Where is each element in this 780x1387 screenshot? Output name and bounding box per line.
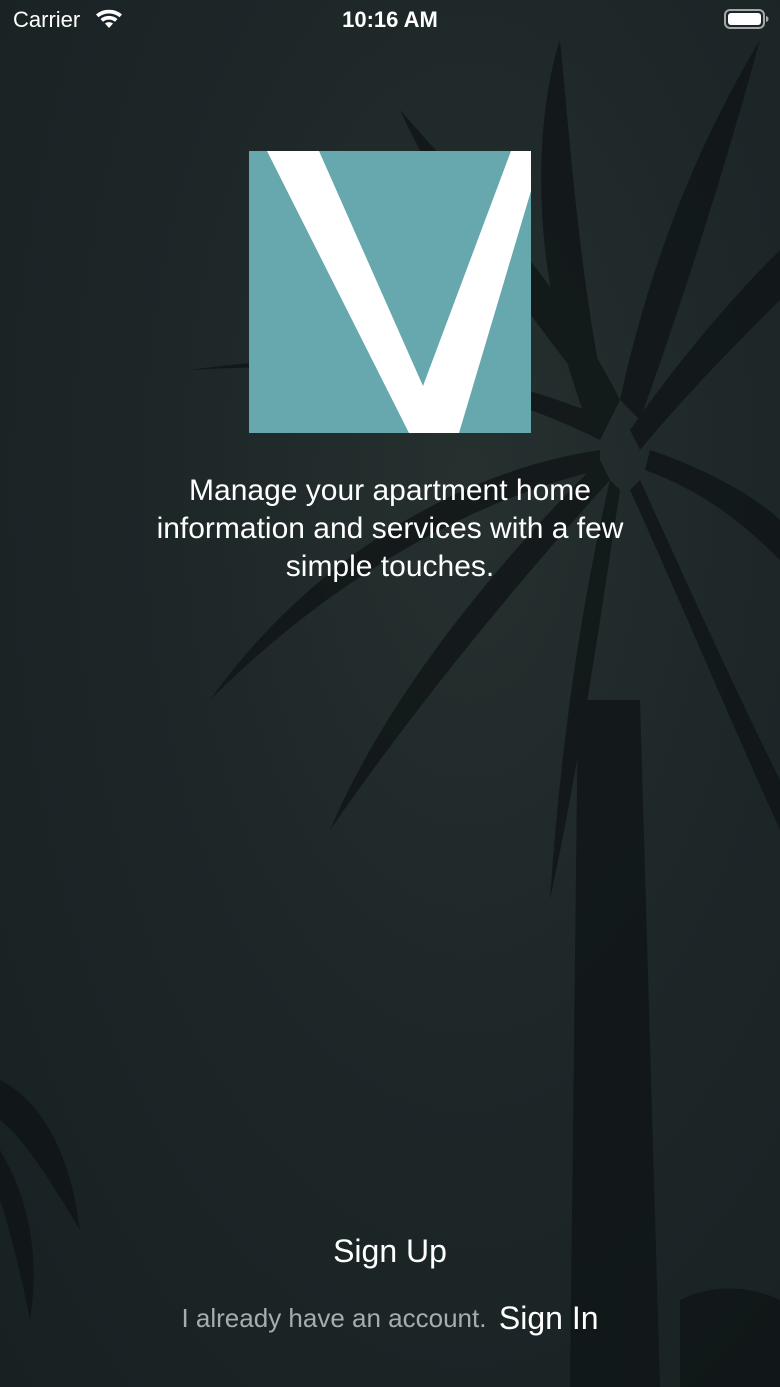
have-account-text: I already have an account.	[181, 1303, 487, 1333]
sign-up-button[interactable]: Sign Up	[290, 1228, 490, 1274]
battery-full-icon	[724, 9, 769, 29]
sign-in-row: I already have an account. Sign In	[0, 1300, 780, 1337]
v-logo-icon	[249, 151, 531, 433]
welcome-screen: Carrier 10:16 AM Manage your apartment h…	[0, 0, 780, 1387]
sign-in-button[interactable]: Sign In	[499, 1300, 599, 1336]
tagline-text: Manage your apartment home information a…	[156, 474, 624, 583]
status-bar: Carrier 10:16 AM	[0, 0, 780, 40]
status-time: 10:16 AM	[342, 7, 438, 32]
